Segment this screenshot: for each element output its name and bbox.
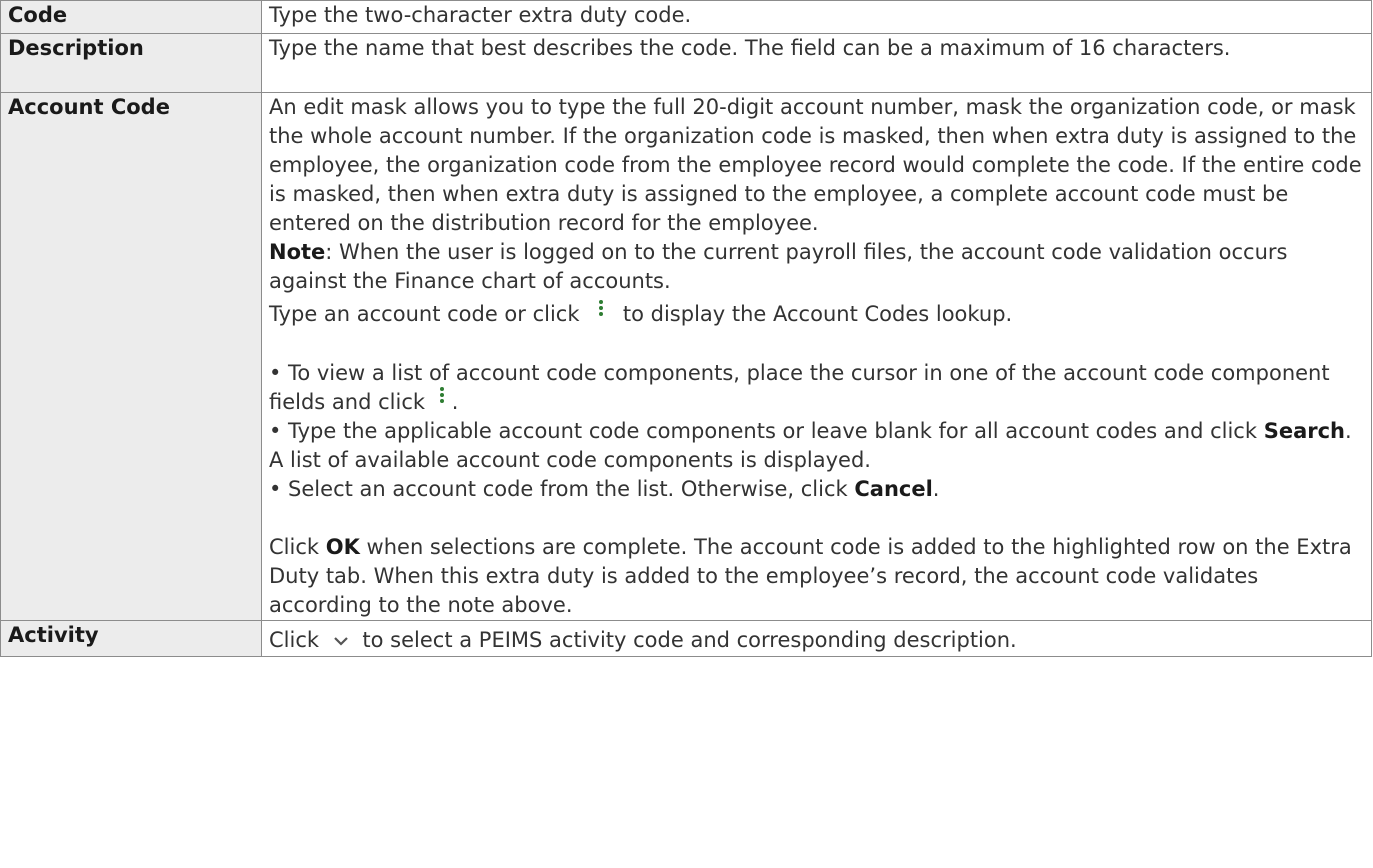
bullet-search: • Type the applicable account code compo… <box>269 417 1365 475</box>
lookup-post: to display the Account Codes lookup. <box>622 302 1013 326</box>
bullet-1-text: • To view a list of account code compone… <box>269 360 1330 414</box>
vertical-dots-icon <box>586 296 616 325</box>
field-desc-activity: Click to select a PEIMS activity code an… <box>261 620 1372 657</box>
field-label-description: Description <box>0 33 262 93</box>
table-row: Code Type the two-character extra duty c… <box>0 0 1372 34</box>
table-row: Activity Click to select a PEIMS activit… <box>0 620 1372 657</box>
cancel-label: Cancel <box>854 477 933 501</box>
ok-label: OK <box>325 535 360 559</box>
activity-pre: Click <box>269 628 320 652</box>
account-code-paragraph: An edit mask allows you to type the full… <box>269 95 1362 235</box>
search-label: Search <box>1263 419 1345 443</box>
bullet-view-components: • To view a list of account code compone… <box>269 359 1365 418</box>
field-description-table: Code Type the two-character extra duty c… <box>0 0 1372 657</box>
field-desc-account-code: An edit mask allows you to type the full… <box>261 92 1372 621</box>
ok-post: when selections are complete. The accoun… <box>269 535 1352 617</box>
lookup-pre: Type an account code or click <box>269 302 580 326</box>
field-label-activity: Activity <box>0 620 262 657</box>
bullet-1-end: . <box>451 389 459 414</box>
note-paragraph: Note: When the user is logged on to the … <box>269 238 1365 296</box>
vertical-dots-icon <box>432 383 452 412</box>
lookup-instruction: Type an account code or click to display… <box>269 299 1365 330</box>
activity-post: to select a PEIMS activity code and corr… <box>362 628 1017 652</box>
note-text: : When the user is logged on to the curr… <box>269 240 1288 293</box>
ok-instruction: Click OK when selections are complete. T… <box>269 533 1365 620</box>
bullet-2-pre: • Type the applicable account code compo… <box>269 419 1258 443</box>
field-label-account-code: Account Code <box>0 92 262 621</box>
field-desc-description: Type the name that best describes the co… <box>261 33 1372 93</box>
table-row: Description Type the name that best desc… <box>0 33 1372 93</box>
field-desc-code: Type the two-character extra duty code. <box>261 0 1372 34</box>
bullet-select: • Select an account code from the list. … <box>269 475 1365 504</box>
table-row: Account Code An edit mask allows you to … <box>0 92 1372 621</box>
field-label-code: Code <box>0 0 262 34</box>
bullet-3-post: . <box>932 477 940 501</box>
chevron-down-icon <box>326 625 356 654</box>
ok-pre: Click <box>269 535 320 559</box>
bullet-3-pre: • Select an account code from the list. … <box>269 477 848 501</box>
note-label: Note <box>269 240 326 264</box>
